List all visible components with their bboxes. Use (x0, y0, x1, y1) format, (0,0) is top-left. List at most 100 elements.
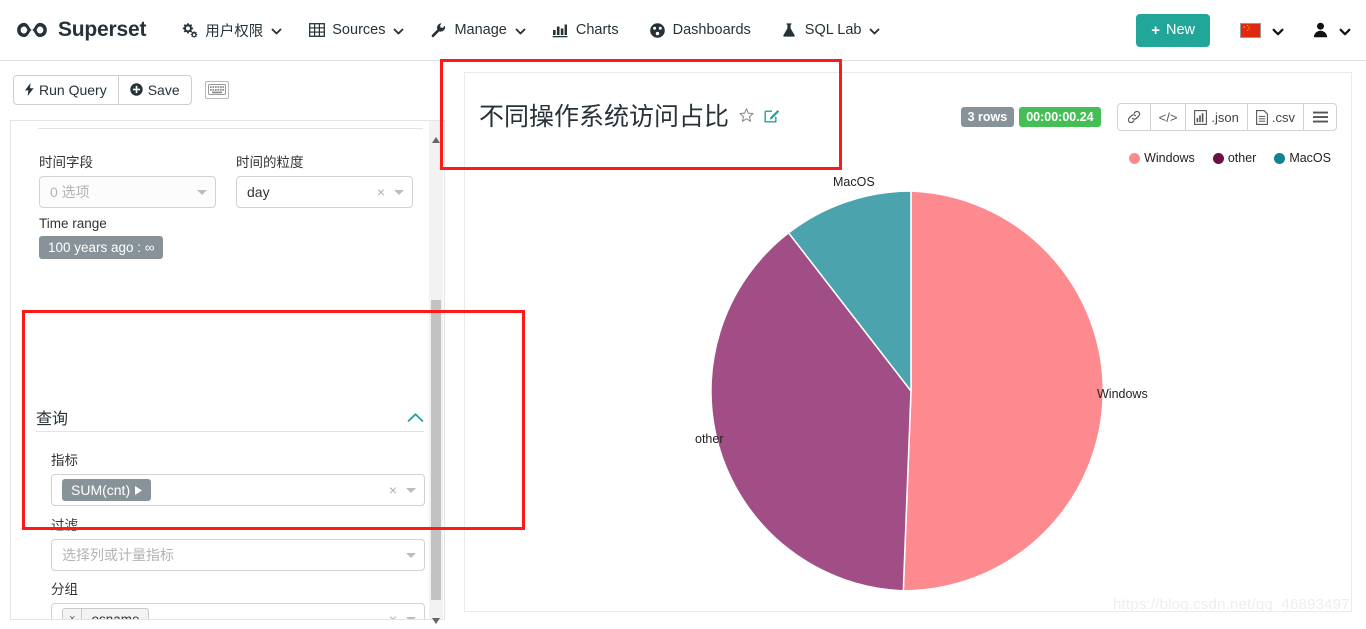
nav-label: Charts (575, 22, 619, 38)
group-by-label: 分组 (51, 582, 78, 597)
clear-icon[interactable]: × (389, 612, 397, 619)
filters-placeholder: 选择列或计量指标 (62, 547, 174, 563)
nav-item-manage[interactable]: Manage (417, 0, 538, 60)
time-range-value[interactable]: 100 years ago : ∞ (39, 236, 164, 259)
bar-chart-icon (552, 22, 569, 39)
pie-slice-windows[interactable] (902, 190, 1104, 592)
run-query-button[interactable]: Run Query (13, 74, 119, 105)
nav-item-sql-lab[interactable]: SQL Lab (768, 0, 894, 60)
group-by-tag[interactable]: × osname (62, 607, 150, 620)
nav-items: 用户权限 Sources Manage Charts Dashboards SQ… (168, 0, 893, 60)
chevron-down-icon[interactable] (406, 552, 416, 558)
query-section-label: 查询 (36, 411, 69, 428)
time-grain-label: 时间的粒度 (236, 155, 304, 170)
chevron-down-icon (869, 25, 880, 36)
chevron-up-icon[interactable] (407, 412, 424, 423)
nav-label: Manage (454, 22, 507, 38)
chevron-down-icon[interactable] (394, 189, 404, 195)
lightning-bolt-icon (25, 83, 34, 96)
chevron-down-icon (515, 25, 526, 36)
panel-divider (38, 128, 423, 129)
filters-select[interactable]: 选择列或计量指标 (51, 539, 425, 571)
control-group-by: 分组 × osname × (51, 578, 425, 620)
plus-icon: + (1151, 21, 1160, 39)
nav-item-user-permissions[interactable]: 用户权限 (168, 0, 295, 60)
scroll-up-arrow[interactable] (432, 130, 440, 143)
run-query-label: Run Query (39, 81, 107, 98)
control-time-grain: 时间的粒度 day × (236, 151, 413, 208)
chevron-down-icon[interactable] (406, 616, 416, 619)
nav-item-dashboards[interactable]: Dashboards (636, 0, 768, 60)
caret-right-icon (135, 485, 143, 495)
clear-icon[interactable]: × (377, 185, 385, 199)
control-filters: 过滤 选择列或计量指标 (51, 514, 425, 571)
chevron-down-icon (1272, 25, 1284, 36)
table-icon (308, 22, 325, 39)
keyboard-shortcuts-button[interactable] (204, 80, 229, 99)
brand-logo-link[interactable]: Superset (15, 18, 146, 42)
plus-circle-icon (130, 83, 143, 96)
superset-infinity-logo-icon (17, 22, 47, 38)
control-time-range: Time range 100 years ago : ∞ (39, 216, 269, 259)
chevron-down-icon[interactable] (406, 487, 416, 493)
pie-label-other: other (695, 432, 724, 446)
pie-label-macos: MacOS (833, 175, 875, 189)
chevron-down-icon[interactable] (197, 189, 207, 195)
dashboard-icon (649, 22, 666, 39)
nav-label: SQL Lab (804, 22, 862, 38)
time-column-select[interactable]: 0 选项 (39, 176, 216, 208)
scroll-down-arrow[interactable] (432, 611, 440, 624)
chevron-down-icon (393, 25, 404, 36)
control-panel-scrollbar-thumb[interactable] (431, 300, 441, 600)
select-indicators: × (389, 612, 416, 619)
chevron-down-icon (271, 25, 282, 36)
pie-chart-svg (710, 190, 1104, 592)
flask-icon (781, 22, 798, 39)
chevron-down-icon (1339, 25, 1351, 36)
user-menu[interactable] (1313, 22, 1351, 38)
new-button[interactable]: + New (1136, 13, 1210, 47)
query-section-divider (36, 431, 424, 432)
save-label: Save (147, 81, 180, 98)
pie-label-windows: Windows (1097, 387, 1148, 401)
select-indicators (197, 189, 207, 195)
control-panel: 时间字段 0 选项 时间的粒度 day × Time range 100 yea… (10, 120, 445, 620)
nav-label: Dashboards (672, 22, 751, 38)
metric-tag-label: SUM(cnt) (71, 482, 131, 498)
wrench-icon (430, 22, 447, 39)
toolbar-button-group: Run Query Save (13, 74, 192, 105)
time-grain-value: day (247, 184, 270, 200)
time-grain-select[interactable]: day × (236, 176, 413, 208)
metrics-select[interactable]: SUM(cnt) × (51, 474, 425, 506)
brand-name: Superset (58, 18, 147, 41)
user-icon (1313, 22, 1328, 38)
remove-tag-icon[interactable]: × (63, 608, 83, 619)
nav-item-sources[interactable]: Sources (295, 0, 417, 60)
nav-item-charts[interactable]: Charts (539, 0, 636, 60)
navbar-right: + New (1136, 13, 1351, 47)
keyboard-icon (207, 84, 226, 95)
select-indicators: × (389, 483, 416, 497)
select-indicators (406, 552, 416, 558)
control-metrics: 指标 SUM(cnt) × (51, 449, 425, 506)
metrics-label: 指标 (51, 453, 78, 468)
nav-label: Sources (332, 22, 386, 38)
top-navbar: Superset 用户权限 Sources Manage Charts Dash… (0, 0, 1366, 61)
select-indicators: × (377, 185, 404, 199)
query-section-header[interactable]: 查询 (36, 405, 424, 429)
group-by-tag-label: osname (91, 611, 140, 620)
new-button-label: New (1165, 22, 1195, 38)
metric-tag[interactable]: SUM(cnt) (62, 479, 152, 501)
time-column-label: 时间字段 (39, 155, 93, 170)
china-flag-icon (1240, 22, 1261, 38)
group-by-select[interactable]: × osname × (51, 603, 425, 620)
time-range-label: Time range (39, 216, 107, 231)
language-selector[interactable] (1240, 22, 1284, 38)
clear-icon[interactable]: × (389, 483, 397, 497)
filters-label: 过滤 (51, 518, 78, 533)
save-button[interactable]: Save (117, 74, 192, 105)
chart-panel: 不同操作系统访问占比 3 rows 00:00:00.24 </> .json … (464, 72, 1352, 612)
nav-label: 用户权限 (205, 23, 264, 40)
time-column-placeholder: 0 选项 (50, 184, 90, 200)
control-time-column: 时间字段 0 选项 (39, 151, 216, 208)
